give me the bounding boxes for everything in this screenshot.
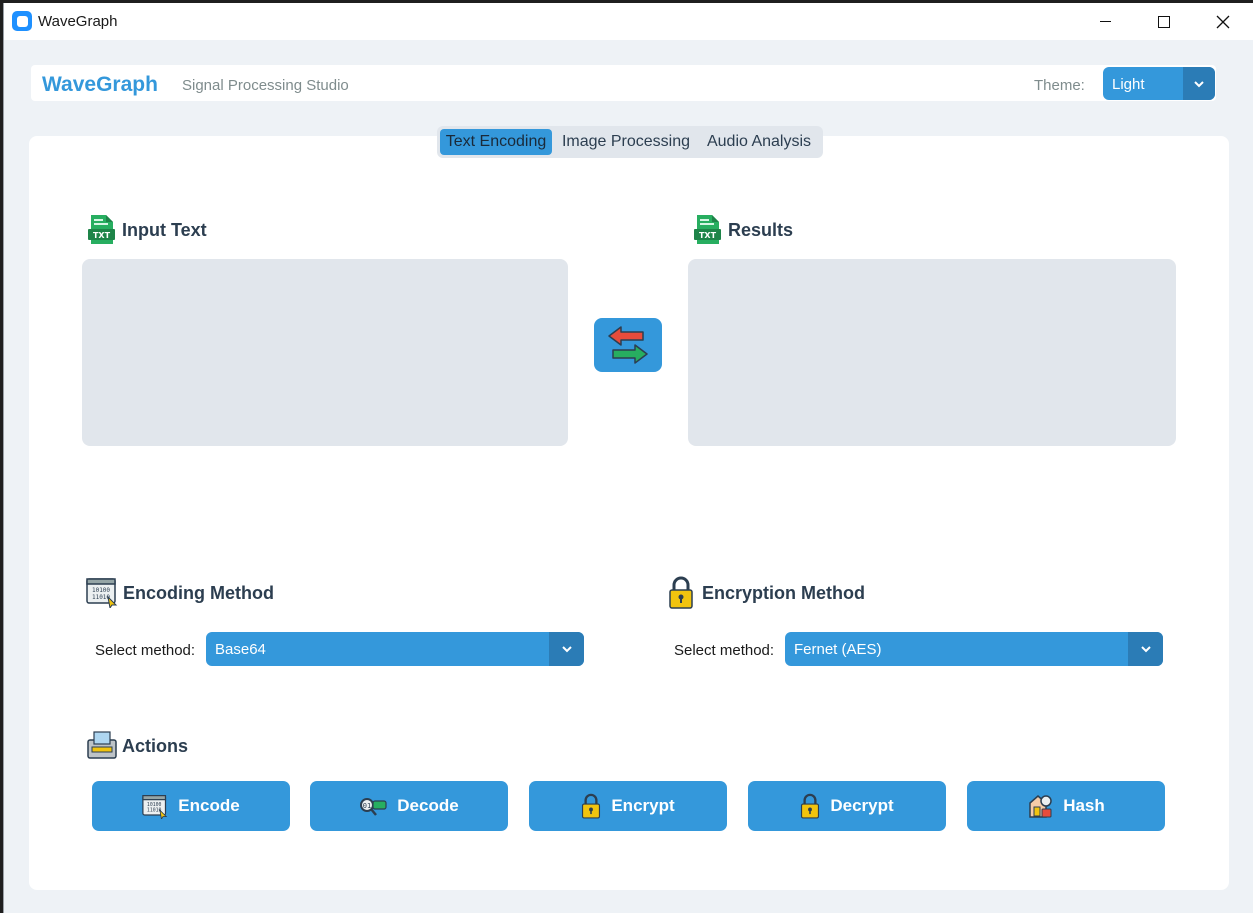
lock-icon [801,793,820,819]
app-logo-icon [12,11,32,31]
minimize-button[interactable] [1076,3,1134,40]
lock-icon [669,576,693,609]
decode-button[interactable]: 01 Decode [310,781,508,831]
svg-text:10100: 10100 [147,802,162,808]
svg-text:10100: 10100 [92,587,110,594]
main-panel: Text Encoding Image Processing Audio Ana… [29,126,1229,890]
encrypt-button[interactable]: Encrypt [529,781,727,831]
app-header: WaveGraph Signal Processing Studio Theme… [31,65,1216,101]
encryption-method-select[interactable]: Fernet (AES) [785,632,1163,666]
encode-button-label: Encode [178,796,240,815]
app-window: WaveGraph WaveGraph Signal Processing St… [3,3,1253,913]
results-title: Results [728,220,794,240]
encoding-method-value: Base64 [215,641,266,658]
swap-button[interactable] [594,318,662,372]
swap-arrows-icon [608,326,648,364]
hash-button[interactable]: Hash [967,781,1165,831]
encoding-method-select[interactable]: Base64 [206,632,584,666]
hash-icon [1029,795,1052,818]
hash-button-label: Hash [1063,796,1105,815]
actions-icon [87,731,117,759]
lock-icon [582,793,601,819]
svg-text:TXT: TXT [699,231,717,240]
theme-select[interactable]: Light [1103,67,1215,100]
chevron-down-icon [1183,67,1215,100]
decrypt-button[interactable]: Decrypt [748,781,946,831]
svg-text:11010: 11010 [147,807,162,813]
txt-file-icon: TXT [88,215,115,244]
theme-label: Theme: [1034,77,1085,94]
tab-bar: Text Encoding Image Processing Audio Ana… [437,126,823,158]
decrypt-button-label: Decrypt [830,796,894,815]
decode-button-label: Decode [397,796,459,815]
close-icon [1216,15,1230,28]
window-title: WaveGraph [38,13,118,30]
title-bar: WaveGraph [4,3,1253,40]
results-text-area[interactable] [688,259,1176,446]
brand-title: WaveGraph [42,73,158,96]
binary-code-icon: 10100 11010 [142,794,168,819]
chevron-down-icon [1128,632,1163,666]
txt-file-icon: TXT [694,215,721,244]
tab-image-processing[interactable]: Image Processing [556,129,696,155]
tab-text-encoding[interactable]: Text Encoding [440,129,552,155]
encoding-select-label: Select method: [95,642,196,659]
brand-subtitle: Signal Processing Studio [182,77,349,94]
encryption-method-title: Encryption Method [702,583,865,603]
encryption-select-label: Select method: [674,642,775,659]
theme-select-value: Light [1112,76,1145,93]
encrypt-button-label: Encrypt [611,796,675,815]
svg-text:01: 01 [363,802,371,810]
key-decode-icon: 01 [360,798,387,816]
encryption-method-value: Fernet (AES) [794,641,882,658]
binary-code-icon: 10100 11010 [86,578,118,608]
close-button[interactable] [1194,3,1252,40]
encoding-method-title: Encoding Method [123,583,274,603]
encode-button[interactable]: 10100 11010 Encode [92,781,290,831]
minimize-icon [1099,21,1111,22]
input-text-title: Input Text [122,220,207,240]
tab-audio-analysis[interactable]: Audio Analysis [700,129,818,155]
svg-text:TXT: TXT [93,231,111,240]
chevron-down-icon [549,632,584,666]
actions-title: Actions [122,736,189,756]
input-text-area[interactable] [82,259,568,446]
maximize-icon [1158,15,1170,28]
maximize-button[interactable] [1135,3,1193,40]
